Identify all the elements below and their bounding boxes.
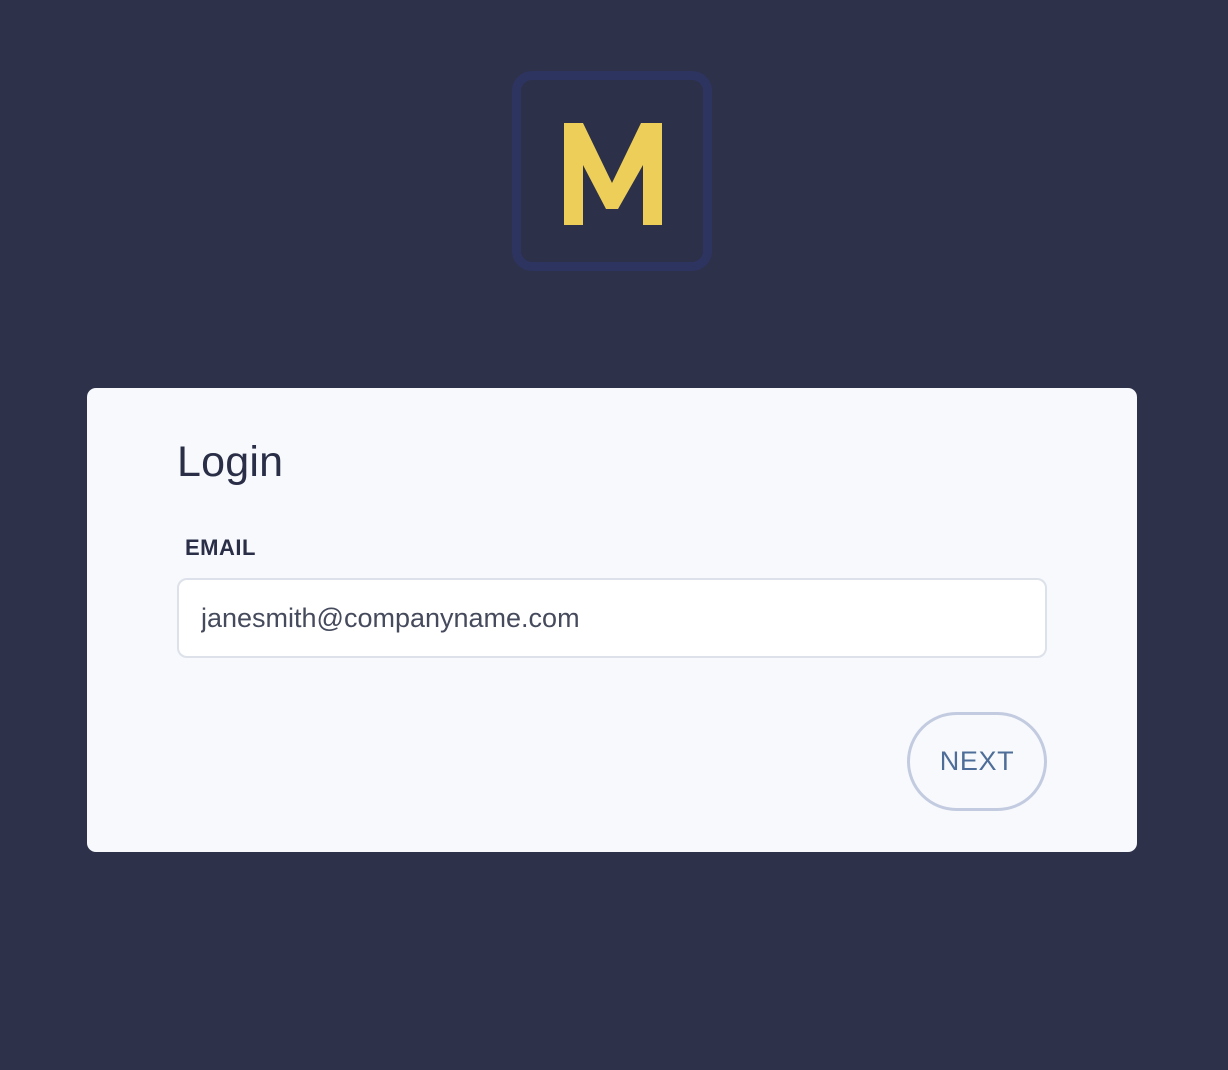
email-field[interactable] (177, 578, 1047, 658)
email-label: EMAIL (185, 535, 256, 560)
login-card: Login EMAIL NEXT (87, 388, 1137, 852)
login-title: Login (177, 438, 284, 486)
m-letter-logo-icon (564, 123, 662, 225)
logo-frame (512, 71, 712, 271)
next-button[interactable]: NEXT (907, 712, 1047, 811)
